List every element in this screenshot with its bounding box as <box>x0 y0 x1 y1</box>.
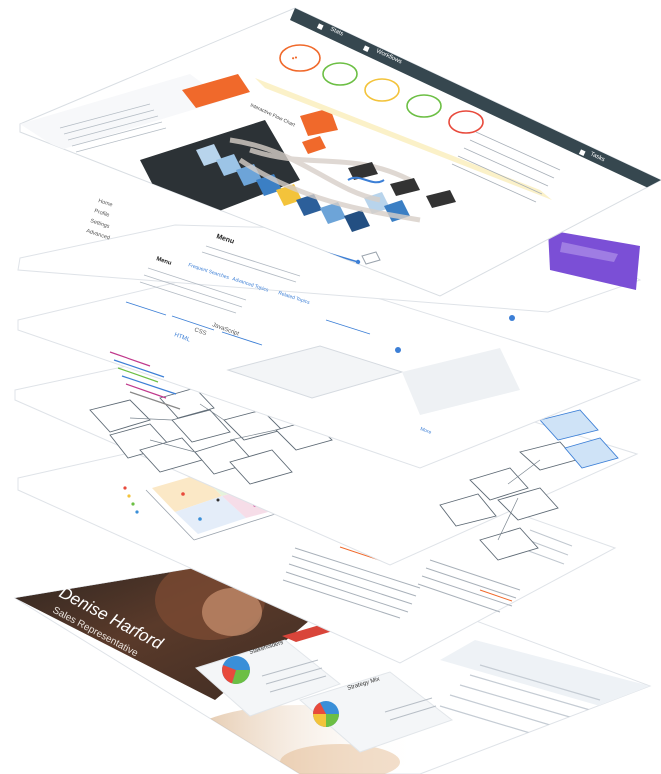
stacked-layers-illustration: Denise Harford Sales Representative Stak… <box>0 0 661 774</box>
dashboard-layer: ●● Stats Workflows Tasks Interactive Flo… <box>0 0 661 774</box>
